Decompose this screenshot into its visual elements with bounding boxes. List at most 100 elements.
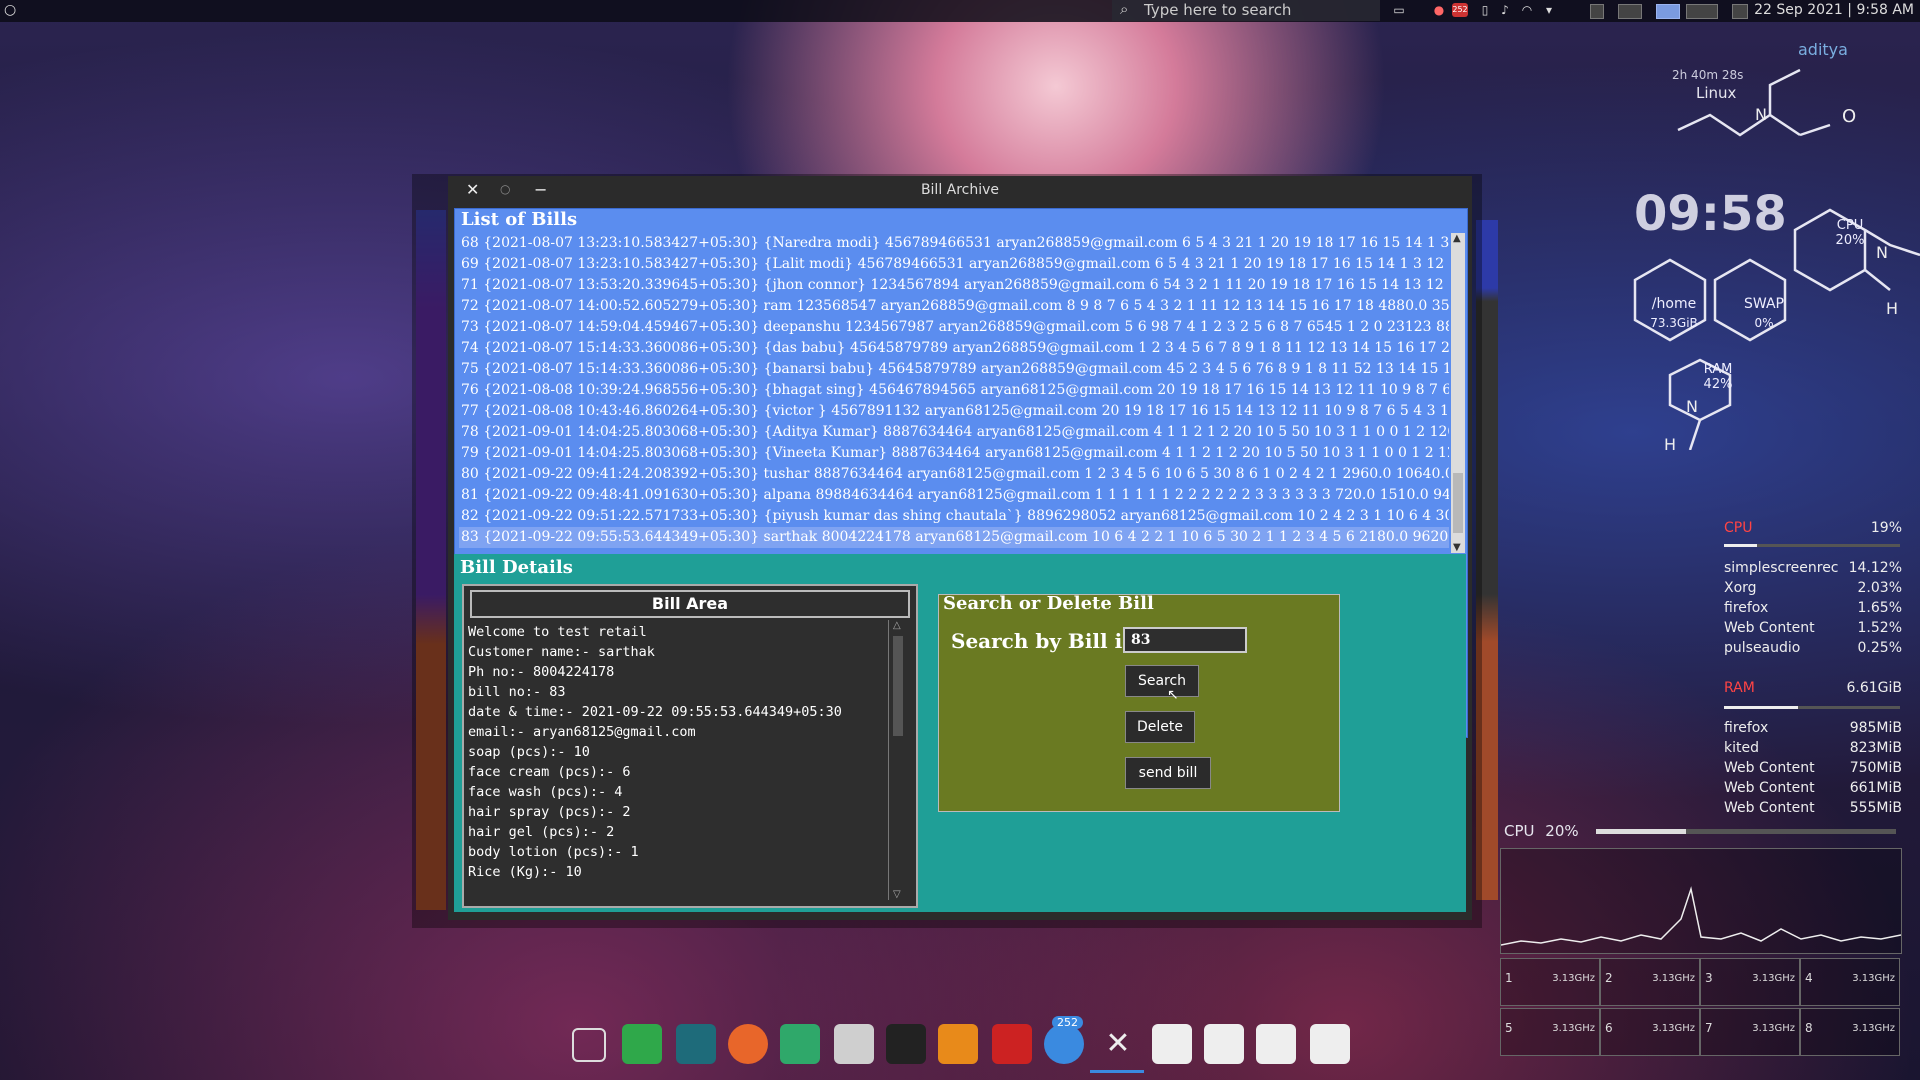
volume-icon[interactable]: ♪ xyxy=(1498,3,1512,17)
bill-line: soap (pcs):- 10 xyxy=(468,744,590,760)
process-value: 661MiB xyxy=(1849,780,1902,796)
search-by-id-label: Search by Bill id xyxy=(951,629,1137,653)
trash-icon[interactable] xyxy=(1310,1024,1350,1064)
top-panel: ○ ⌕ Type here to search ▭ ● 252 ▯ ♪ ◠ ▾ … xyxy=(0,0,1920,22)
list-scroll-thumb[interactable] xyxy=(1453,473,1463,533)
svg-text:N: N xyxy=(1755,105,1767,124)
clipboard-icon[interactable]: ▯ xyxy=(1478,3,1492,17)
list-item[interactable]: 80 {2021-09-22 09:41:24.208392+05:30} tu… xyxy=(459,464,1449,485)
search-delete-title: Search or Delete Bill xyxy=(943,593,1154,614)
process-value: 1.65% xyxy=(1857,600,1902,616)
list-item[interactable]: 75 {2021-08-07 15:14:33.360086+05:30} {b… xyxy=(459,359,1449,380)
bill-line: Ph no:- 8004224178 xyxy=(468,664,615,680)
core-cell: 4 3.13GHz xyxy=(1800,958,1900,1006)
core-number: 2 xyxy=(1605,971,1613,985)
process-name: Web Content xyxy=(1724,620,1815,636)
scroll-up-icon[interactable]: ▲ xyxy=(1453,233,1461,244)
list-item[interactable]: 79 {2021-09-01 14:04:25.803068+05:30} {V… xyxy=(459,443,1449,464)
process-row: kited 823MiB xyxy=(1724,740,1902,756)
store-app-icon[interactable] xyxy=(676,1024,716,1064)
list-item[interactable]: 81 {2021-09-22 09:48:41.091630+05:30} al… xyxy=(459,485,1449,506)
send-bill-button[interactable]: send bill xyxy=(1125,757,1211,789)
window-titlebar[interactable]: ✕ ○ − Bill Archive xyxy=(448,176,1472,204)
process-row: Web Content 555MiB xyxy=(1724,800,1902,816)
workspace-1[interactable] xyxy=(1590,4,1604,19)
process-value: 14.12% xyxy=(1848,560,1902,576)
x-app-icon[interactable]: ✕ xyxy=(1098,1024,1138,1064)
process-value: 750MiB xyxy=(1849,760,1902,776)
process-value: 1.52% xyxy=(1857,620,1902,636)
bill-scroll-thumb[interactable] xyxy=(893,636,903,736)
core-frequency: 3.13GHz xyxy=(1652,1023,1695,1034)
bill-scroll-up-icon[interactable]: △ xyxy=(893,620,901,631)
list-item[interactable]: 68 {2021-08-07 13:23:10.583427+05:30} {N… xyxy=(459,233,1449,254)
telegram-icon[interactable] xyxy=(1044,1024,1084,1064)
monitor-app-icon[interactable] xyxy=(622,1024,662,1064)
ram-stat-row: RAM 6.61GiB xyxy=(1724,680,1902,696)
list-item[interactable]: 82 {2021-09-22 09:51:22.571733+05:30} {p… xyxy=(459,506,1449,527)
ram-value: 6.61GiB xyxy=(1846,680,1902,696)
files-cabinet-icon[interactable] xyxy=(834,1024,874,1064)
screen-icon[interactable]: ▭ xyxy=(1392,3,1406,17)
process-row: Web Content 661MiB xyxy=(1724,780,1902,796)
recorder-icon[interactable]: ● xyxy=(1432,3,1446,17)
bill-line: Welcome to test retail xyxy=(468,624,647,640)
list-item[interactable]: 77 {2021-08-08 10:43:46.860264+05:30} {v… xyxy=(459,401,1449,422)
workspace-5[interactable] xyxy=(1732,4,1748,19)
core-cell: 3 3.13GHz xyxy=(1700,958,1800,1006)
core-number: 6 xyxy=(1605,1021,1613,1035)
screen-recorder-icon[interactable] xyxy=(992,1024,1032,1064)
workspace-3[interactable] xyxy=(1656,4,1680,19)
list-item[interactable]: 83 {2021-09-22 09:55:53.644349+05:30} sa… xyxy=(459,527,1449,548)
bill-id-input[interactable] xyxy=(1123,627,1247,653)
process-name: kited xyxy=(1724,740,1759,756)
process-row: simplescreenrec 14.12% xyxy=(1724,560,1902,576)
search-button[interactable]: Search xyxy=(1125,665,1199,697)
list-item[interactable]: 78 {2021-09-01 14:04:25.803068+05:30} {A… xyxy=(459,422,1449,443)
terminal-icon[interactable] xyxy=(886,1024,926,1064)
active-app-indicator xyxy=(1090,1070,1144,1073)
wifi-icon[interactable]: ◠ xyxy=(1520,3,1534,17)
list-item[interactable]: 72 {2021-08-07 14:00:52.605279+05:30} ra… xyxy=(459,296,1449,317)
delete-button[interactable]: Delete xyxy=(1125,711,1195,743)
bill-listbox[interactable]: 68 {2021-08-07 13:23:10.583427+05:30} {N… xyxy=(459,233,1449,553)
cpu-hex-label: CPU 20% xyxy=(1835,218,1865,248)
list-item[interactable]: 76 {2021-08-08 10:39:24.968556+05:30} {b… xyxy=(459,380,1449,401)
bill-line: body lotion (pcs):- 1 xyxy=(468,844,639,860)
list-item[interactable]: 73 {2021-08-07 14:59:04.459467+05:30} de… xyxy=(459,317,1449,338)
process-name: pulseaudio xyxy=(1724,640,1801,656)
bill-scroll-down-icon[interactable]: ▽ xyxy=(893,889,901,900)
list-item[interactable]: 71 {2021-08-07 13:53:20.339645+05:30} {j… xyxy=(459,275,1449,296)
workspace-4[interactable] xyxy=(1686,4,1718,19)
folder-icon[interactable] xyxy=(1152,1024,1192,1064)
scroll-down-icon[interactable]: ▼ xyxy=(1453,542,1461,553)
svg-text:H: H xyxy=(1664,435,1676,450)
list-item[interactable]: 69 {2021-08-07 13:23:10.583427+05:30} {L… xyxy=(459,254,1449,275)
folder-icon[interactable] xyxy=(1204,1024,1244,1064)
list-item[interactable]: 74 {2021-08-07 15:14:33.360086+05:30} {d… xyxy=(459,338,1449,359)
process-name: Web Content xyxy=(1724,760,1815,776)
search-bar[interactable]: ⌕ Type here to search xyxy=(1112,0,1380,21)
list-scrollbar[interactable]: ▲ ▼ xyxy=(1451,233,1465,553)
sublime-text-icon[interactable] xyxy=(938,1024,978,1064)
menu-icon[interactable]: ○ xyxy=(4,2,16,18)
folder-icon[interactable] xyxy=(1256,1024,1296,1064)
workspace-2[interactable] xyxy=(1618,4,1642,19)
tweak-app-icon[interactable] xyxy=(780,1024,820,1064)
bill-text[interactable]: Welcome to test retail Customer name:- sa… xyxy=(468,622,886,896)
bill-line: Customer name:- sarthak xyxy=(468,644,655,660)
bill-scrollbar[interactable]: △ ▽ xyxy=(888,620,907,900)
cpu-label: CPU xyxy=(1724,520,1753,536)
ram-bar-fill xyxy=(1724,706,1798,709)
svg-text:H: H xyxy=(1886,299,1898,318)
chevron-down-icon[interactable]: ▾ xyxy=(1542,3,1556,17)
details-title: Bill Details xyxy=(460,557,573,578)
app-grid-icon[interactable] xyxy=(572,1028,606,1062)
clock[interactable]: 22 Sep 2021 | 9:58 AM xyxy=(1754,2,1914,18)
process-row: Web Content 750MiB xyxy=(1724,760,1902,776)
process-row: Web Content 1.52% xyxy=(1724,620,1902,636)
home-label: /home xyxy=(1651,296,1697,312)
swap-value: 0% xyxy=(1754,316,1774,330)
core-frequency: 3.13GHz xyxy=(1752,973,1795,984)
firefox-icon[interactable] xyxy=(728,1024,768,1064)
